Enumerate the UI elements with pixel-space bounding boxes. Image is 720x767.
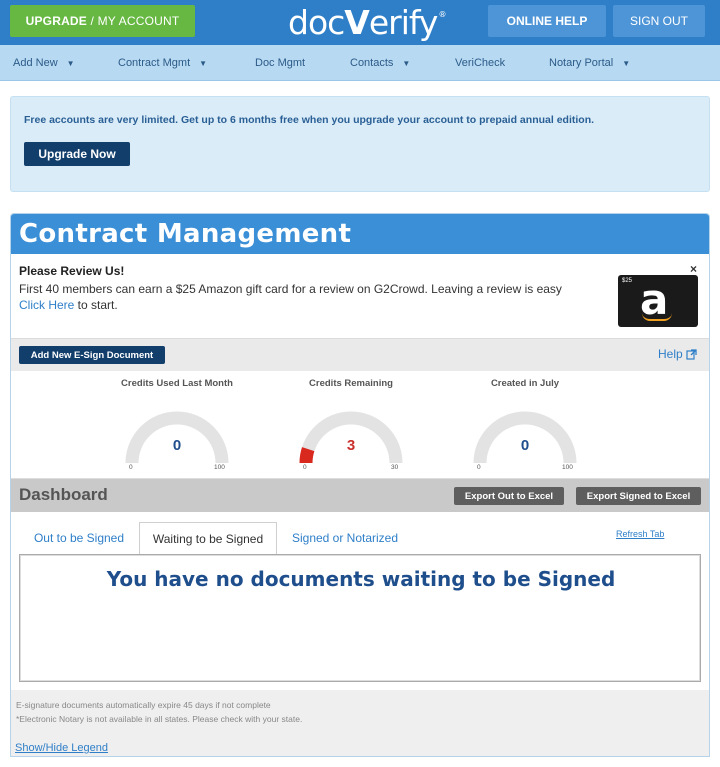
upgrade-notice: Free accounts are very limited. Get up t…: [10, 96, 710, 192]
gauge-title: Credits Remaining: [309, 378, 393, 389]
nav-item-label: Contacts: [350, 57, 394, 69]
my-account-label: MY ACCOUNT: [97, 14, 180, 28]
review-after-link: to start.: [74, 298, 118, 312]
nav-item-contract-mgmt[interactable]: Contract Mgmt ▼: [118, 45, 207, 81]
gift-amount: $25: [622, 278, 633, 284]
chevron-down-icon: ▼: [622, 58, 631, 68]
review-click-here-link[interactable]: Click Here: [19, 298, 74, 312]
amazon-smile-icon: [642, 313, 672, 321]
credits-gauges: Credits Used Last Month 0 0 100 Credits …: [11, 371, 709, 479]
gauge-min: 0: [477, 464, 481, 471]
page-title: Contract Management: [11, 214, 709, 254]
close-icon[interactable]: ×: [690, 262, 697, 276]
logo-v: V: [344, 2, 370, 42]
upgrade-account-button[interactable]: UPGRADE / MY ACCOUNT: [10, 5, 195, 37]
gauge-max: 30: [391, 464, 399, 471]
gauge-dial: [299, 411, 403, 464]
docverify-logo[interactable]: doc Verify ®: [288, 2, 446, 42]
main-nav: Add New ▼ Contract Mgmt ▼ Doc Mgmt Conta…: [0, 45, 720, 81]
review-text: First 40 members can earn a $25 Amazon g…: [19, 282, 562, 296]
export-signed-to-excel-button[interactable]: Export Signed to Excel: [576, 487, 701, 505]
gauge-value: 0: [172, 437, 182, 454]
gauge-max: 100: [562, 464, 573, 471]
add-new-esign-document-button[interactable]: Add New E-Sign Document: [19, 346, 165, 364]
logo-suffix: erify: [368, 2, 439, 42]
nav-item-label: Doc Mgmt: [255, 57, 306, 69]
legend-footer: E-signature documents automatically expi…: [11, 690, 709, 756]
refresh-tab-link[interactable]: Refresh Tab: [616, 529, 664, 539]
notice-text: Free accounts are very limited. Get up t…: [24, 114, 595, 126]
chevron-down-icon: ▼: [199, 58, 208, 68]
nav-item-label: Add New: [13, 57, 58, 69]
review-banner: Please Review Us! First 40 members can e…: [11, 254, 709, 338]
nav-item-vericheck[interactable]: VeriCheck: [455, 45, 505, 81]
nav-item-label: Contract Mgmt: [118, 57, 191, 69]
online-help-button[interactable]: ONLINE HELP: [488, 5, 606, 37]
nav-item-label: Notary Portal: [549, 57, 614, 69]
tab-signed-or-notarized[interactable]: Signed or Notarized: [283, 522, 407, 554]
documents-list: You have no documents waiting to be Sign…: [19, 554, 701, 682]
gauge-min: 0: [129, 464, 133, 471]
logo-mark: ®: [438, 10, 446, 19]
gauge-dial: [473, 411, 577, 464]
help-link[interactable]: Help: [658, 347, 697, 361]
gauge-created-in-july: Created in July 0 0 100: [445, 371, 605, 479]
review-body: First 40 members can earn a $25 Amazon g…: [19, 281, 609, 313]
show-hide-legend-link[interactable]: Show/Hide Legend: [15, 742, 108, 754]
external-link-icon: [686, 348, 697, 360]
nav-item-contacts[interactable]: Contacts ▼: [350, 45, 410, 81]
nav-item-notary-portal[interactable]: Notary Portal ▼: [549, 45, 630, 81]
contract-management-panel: Contract Management Please Review Us! Fi…: [10, 213, 710, 757]
nav-item-add-new[interactable]: Add New ▼: [13, 45, 75, 81]
gauge-title: Created in July: [490, 378, 560, 389]
help-label: Help: [658, 347, 683, 361]
gauge-dial: [125, 411, 229, 464]
upgrade-now-button[interactable]: Upgrade Now: [24, 142, 130, 166]
logo-prefix: doc: [288, 2, 345, 42]
gauge-value: 0: [520, 437, 530, 454]
gauge-credits-used: Credits Used Last Month 0 0 100: [97, 371, 257, 479]
amazon-gift-card-image: $25 a: [618, 275, 698, 327]
upgrade-label: UPGRADE: [25, 14, 87, 28]
upgrade-separator: /: [87, 14, 98, 28]
notary-note: *Electronic Notary is not available in a…: [16, 714, 303, 724]
gauge-credits-remaining: Credits Remaining 3 0 30: [271, 371, 431, 479]
chevron-down-icon: ▼: [66, 58, 75, 68]
nav-item-doc-mgmt[interactable]: Doc Mgmt: [255, 45, 305, 81]
nav-item-label: VeriCheck: [455, 57, 506, 69]
review-title: Please Review Us!: [19, 264, 125, 278]
expiry-note: E-signature documents automatically expi…: [16, 700, 271, 710]
gauge-value: 3: [346, 437, 356, 454]
chevron-down-icon: ▼: [402, 58, 411, 68]
document-tabs: Out to be Signed Waiting to be Signed Si…: [11, 512, 709, 554]
document-toolbar: Add New E-Sign Document Help: [11, 338, 709, 371]
dashboard-bar: Dashboard Export Out to Excel Export Sig…: [11, 479, 709, 512]
export-out-to-excel-button[interactable]: Export Out to Excel: [454, 487, 564, 505]
sign-out-button[interactable]: SIGN OUT: [613, 5, 705, 37]
top-bar: UPGRADE / MY ACCOUNT doc Verify ® ONLINE H…: [0, 0, 720, 45]
dashboard-title: Dashboard: [19, 485, 108, 504]
tab-waiting-to-be-signed[interactable]: Waiting to be Signed: [139, 522, 277, 554]
empty-state-message: You have no documents waiting to be Sign…: [106, 567, 616, 591]
gauge-title: Credits Used Last Month: [121, 378, 233, 389]
tab-out-to-be-signed[interactable]: Out to be Signed: [21, 522, 137, 554]
gauge-min: 0: [303, 464, 307, 471]
gauge-max: 100: [214, 464, 225, 471]
